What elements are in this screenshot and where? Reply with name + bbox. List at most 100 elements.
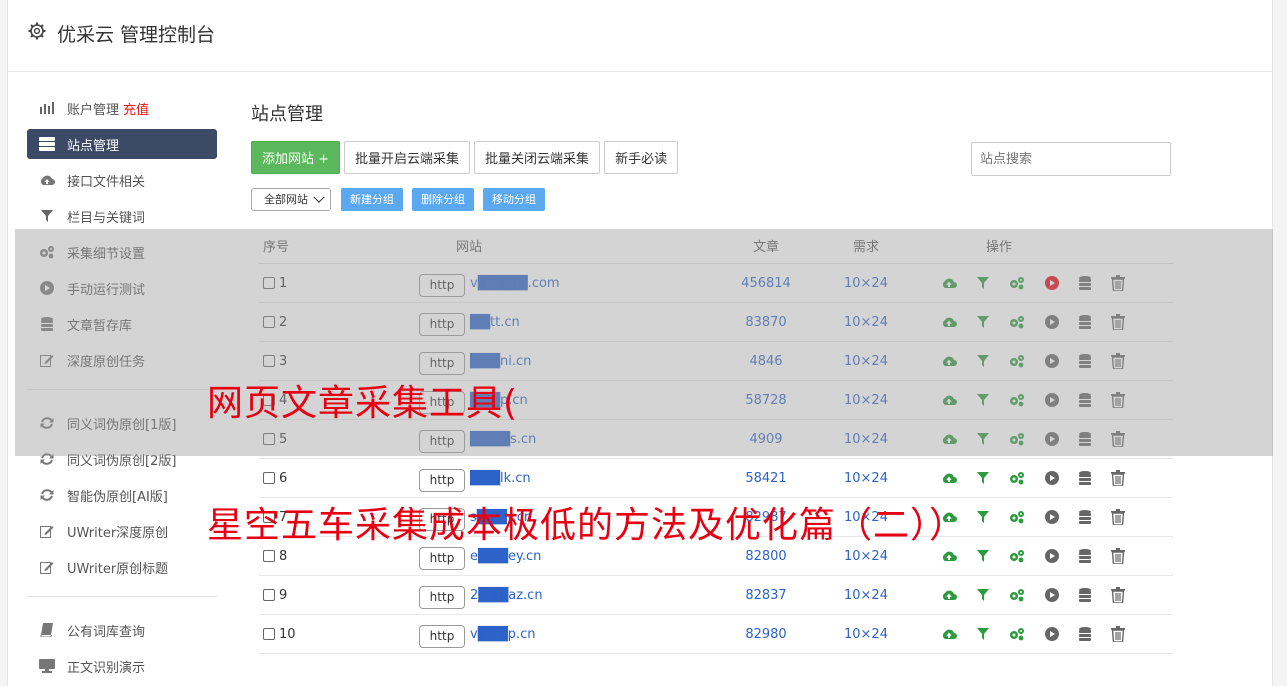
article-count[interactable]: 82800 (719, 549, 813, 564)
database-icon[interactable] (1079, 626, 1091, 642)
http-badge[interactable]: http (419, 624, 465, 648)
play-icon[interactable] (1045, 548, 1059, 564)
bar-chart-icon (39, 100, 55, 116)
row-checkbox[interactable] (263, 550, 275, 562)
site-cell: http v███p.cn (339, 621, 719, 648)
row-number: 10 (279, 626, 296, 642)
row-number: 8 (279, 548, 288, 564)
table-row: 10 http v███p.cn 82980 10×24 (259, 615, 1173, 654)
ops-cell (919, 470, 1139, 486)
monitor-icon (39, 658, 55, 674)
sidebar-item-label: 正文识别演示 (67, 660, 146, 676)
delete-group-button[interactable]: 删除分组 (412, 187, 474, 211)
demand-value[interactable]: 10×24 (813, 549, 919, 564)
database-icon[interactable] (1079, 509, 1091, 525)
beginner-guide-button[interactable]: 新手必读 (604, 140, 679, 174)
play-icon[interactable] (1045, 509, 1059, 525)
new-group-button[interactable]: 新建分组 (341, 187, 403, 211)
sidebar-item-sites[interactable]: 站点管理 (27, 129, 217, 159)
gears-icon[interactable] (1009, 587, 1025, 603)
database-icon[interactable] (1079, 470, 1091, 486)
database-icon[interactable] (1079, 587, 1091, 603)
article-count[interactable]: 82837 (719, 588, 813, 603)
http-badge[interactable]: http (419, 585, 465, 609)
ops-cell (919, 587, 1139, 603)
sidebar-item-text-recognition[interactable]: 正文识别演示 (27, 651, 217, 681)
sidebar-item-keywords[interactable]: 栏目与关键词 (27, 201, 217, 231)
row-number-cell: 9 (259, 588, 339, 603)
filter-icon[interactable] (977, 548, 989, 564)
sidebar-item-uwriter-title[interactable]: UWriter原创标题 (27, 552, 217, 582)
sidebar-item-label: 站点管理 (67, 138, 120, 154)
article-count[interactable]: 58421 (719, 471, 813, 486)
trash-icon[interactable] (1111, 470, 1125, 486)
sidebar-item-interface[interactable]: 接口文件相关 (27, 165, 217, 195)
demand-value[interactable]: 10×24 (813, 627, 919, 642)
cloud-upload-icon[interactable] (941, 470, 957, 486)
trash-icon[interactable] (1111, 548, 1125, 564)
move-group-button[interactable]: 移动分组 (483, 187, 545, 211)
row-checkbox[interactable] (263, 589, 275, 601)
site-domain-link[interactable]: ███lk.cn (470, 471, 531, 486)
filter-icon[interactable] (977, 509, 989, 525)
play-icon[interactable] (1045, 587, 1059, 603)
sidebar-item-label: UWriter原创标题 (67, 561, 169, 577)
row-number-cell: 6 (259, 471, 339, 486)
database-icon[interactable] (1079, 548, 1091, 564)
group-select[interactable]: 全部网站 (251, 187, 331, 211)
row-checkbox[interactable] (263, 628, 275, 640)
site-search-input[interactable] (971, 142, 1171, 176)
table-row: 9 http 2███az.cn 82837 10×24 (259, 576, 1173, 615)
add-site-button[interactable]: 添加网站 + (251, 140, 341, 174)
sidebar-item-smart-ai[interactable]: 智能伪原创[AI版] (27, 480, 217, 510)
batch-disable-cloud-button[interactable]: 批量关闭云端采集 (474, 140, 601, 174)
trash-icon[interactable] (1111, 587, 1125, 603)
gears-icon[interactable] (1009, 509, 1025, 525)
article-count[interactable]: 82980 (719, 627, 813, 642)
demand-value[interactable]: 10×24 (813, 471, 919, 486)
overlay-title-line2: 星空五车采集成本极低的方法及优化篇（二）） (207, 505, 967, 546)
top-bar: 优采云 管理控制台 (8, 0, 1272, 72)
filter-icon[interactable] (977, 587, 989, 603)
group-toolbar: 全部网站 新建分组 删除分组 移动分组 (251, 187, 1171, 211)
ops-cell (919, 626, 1139, 642)
demand-value[interactable]: 10×24 (813, 588, 919, 603)
row-checkbox[interactable] (263, 472, 275, 484)
site-domain-link[interactable]: v███p.cn (470, 627, 535, 642)
ops-cell (919, 548, 1139, 564)
cloud-upload-icon[interactable] (941, 587, 957, 603)
gears-icon[interactable] (1009, 470, 1025, 486)
trash-icon[interactable] (1111, 626, 1125, 642)
group-select-value: 全部网站 (264, 193, 308, 206)
edit-icon (39, 559, 55, 575)
sidebar-divider (27, 596, 217, 597)
refresh-icon (39, 487, 55, 503)
cloud-upload-icon[interactable] (941, 626, 957, 642)
filter-icon[interactable] (977, 470, 989, 486)
batch-enable-cloud-button[interactable]: 批量开启云端采集 (344, 140, 471, 174)
sidebar-item-label: 栏目与关键词 (67, 210, 146, 226)
sidebar-item-label: UWriter深度原创 (67, 525, 169, 541)
play-icon[interactable] (1045, 470, 1059, 486)
page-title: 站点管理 (251, 104, 323, 125)
site-domain-link[interactable]: 2███az.cn (470, 588, 543, 603)
http-badge[interactable]: http (419, 468, 465, 492)
http-badge[interactable]: http (419, 546, 465, 570)
row-number-cell: 8 (259, 549, 339, 564)
cloud-upload-icon[interactable] (941, 548, 957, 564)
play-icon[interactable] (1045, 626, 1059, 642)
table-row: 6 http ███lk.cn 58421 10×24 (259, 459, 1173, 498)
filter-icon (39, 208, 55, 224)
sidebar-item-public-lexicon[interactable]: 公有词库查询 (27, 615, 217, 645)
gears-icon[interactable] (1009, 548, 1025, 564)
server-icon (39, 136, 55, 152)
row-number: 6 (279, 470, 288, 486)
recharge-link[interactable]: 充值 (123, 99, 149, 118)
filter-icon[interactable] (977, 626, 989, 642)
sidebar-item-uwriter-deep[interactable]: UWriter深度原创 (27, 516, 217, 546)
gears-icon[interactable] (1009, 626, 1025, 642)
trash-icon[interactable] (1111, 509, 1125, 525)
sidebar-item-account[interactable]: 账户管理 充值 (27, 93, 217, 123)
row-number-cell: 10 (259, 627, 339, 642)
site-domain-link[interactable]: e███ey.cn (470, 549, 541, 564)
